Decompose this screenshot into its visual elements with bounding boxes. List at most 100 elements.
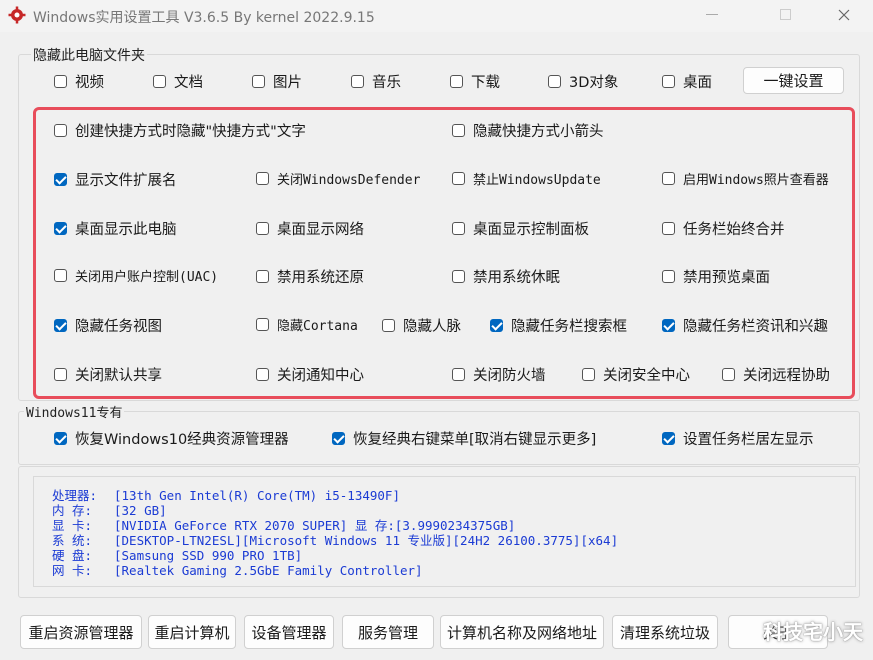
option-checkbox[interactable]: 启用Windows照片查看器 (662, 169, 829, 188)
checkbox-label: 文档 (174, 75, 203, 91)
checkbox-icon[interactable] (252, 75, 265, 88)
option-checkbox[interactable]: 桌面显示控制面板 (452, 218, 589, 239)
checkbox-icon[interactable] (256, 368, 269, 381)
window-title: Windows实用设置工具 V3.6.5 By kernel 2022.9.15 (33, 10, 375, 26)
checkbox-icon[interactable] (54, 432, 67, 445)
checkbox-icon[interactable] (662, 222, 675, 235)
checkbox-icon[interactable] (256, 172, 269, 185)
folder-checkbox[interactable]: 文档 (153, 71, 203, 92)
option-checkbox[interactable]: 关闭WindowsDefender (256, 169, 420, 188)
folder-checkbox[interactable]: 视频 (54, 71, 104, 92)
checkbox-icon[interactable] (452, 222, 465, 235)
option-checkbox[interactable]: 关闭防火墙 (452, 364, 546, 385)
option-checkbox[interactable]: 隐藏任务视图 (54, 315, 162, 336)
checkbox-icon[interactable] (662, 75, 675, 88)
checkbox-icon[interactable] (153, 75, 166, 88)
option-checkbox[interactable]: 桌面显示网络 (256, 218, 364, 239)
bottom-button[interactable]: 服务管理 (342, 615, 434, 649)
checkbox-icon[interactable] (256, 318, 269, 331)
option-checkbox[interactable]: 禁用预览桌面 (662, 266, 770, 287)
option-checkbox[interactable]: 隐藏任务栏资讯和兴趣 (662, 315, 828, 336)
apply-folders-button[interactable]: 一键设置 (743, 67, 844, 94)
checkbox-icon[interactable] (332, 432, 345, 445)
checkbox-icon[interactable] (548, 75, 561, 88)
checkbox-icon[interactable] (662, 319, 675, 332)
option-checkbox[interactable]: 隐藏Cortana (256, 315, 358, 334)
checkbox-icon[interactable] (54, 75, 67, 88)
option-checkbox[interactable]: 禁用系统还原 (256, 266, 364, 287)
checkbox-icon[interactable] (54, 173, 67, 186)
checkbox-icon[interactable] (662, 172, 675, 185)
checkbox-icon[interactable] (450, 75, 463, 88)
checkbox-icon[interactable] (54, 222, 67, 235)
checkbox-icon[interactable] (452, 172, 465, 185)
watermark: 科技宅小天 (763, 620, 863, 644)
option-checkbox[interactable]: 任务栏始终合并 (662, 218, 785, 239)
checkbox-icon[interactable] (54, 269, 67, 282)
option-checkbox[interactable]: 显示文件扩展名 (54, 169, 177, 190)
checkbox-label: 关闭WindowsDefender (277, 173, 421, 188)
maximize-icon[interactable] (763, 0, 809, 30)
checkbox-icon[interactable] (490, 319, 503, 332)
checkbox-label: 隐藏快捷方式小箭头 (473, 124, 604, 140)
option-checkbox[interactable]: 桌面显示此电脑 (54, 218, 177, 239)
minimize-icon[interactable] (689, 0, 735, 30)
bottom-button[interactable]: 设备管理器 (244, 615, 334, 649)
option-checkbox[interactable]: 关闭远程协助 (722, 364, 830, 385)
checkbox-label: 任务栏始终合并 (683, 222, 785, 238)
nic-info: 网 卡: [Realtek Gaming 2.5GbE Family Contro… (52, 560, 423, 579)
checkbox-icon[interactable] (662, 270, 675, 283)
close-icon[interactable] (821, 0, 867, 30)
checkbox-icon[interactable] (256, 222, 269, 235)
checkbox-label: 桌面 (683, 75, 712, 91)
option-checkbox[interactable]: 关闭用户账户控制(UAC) (54, 266, 218, 285)
checkbox-label: 关闭通知中心 (277, 368, 364, 384)
bottom-button[interactable]: 清理系统垃圾 (612, 615, 718, 649)
bottom-button[interactable]: 重启计算机 (148, 615, 236, 649)
option-checkbox[interactable]: 隐藏任务栏搜索框 (490, 315, 627, 336)
checkbox-icon[interactable] (722, 368, 735, 381)
option-checkbox[interactable]: 关闭默认共享 (54, 364, 162, 385)
checkbox-icon[interactable] (452, 270, 465, 283)
option-checkbox[interactable]: 隐藏快捷方式小箭头 (452, 120, 604, 141)
highlight-frame (33, 107, 855, 399)
checkbox-label: 隐藏Cortana (277, 319, 358, 334)
checkbox-icon[interactable] (54, 368, 67, 381)
bottom-button[interactable]: 重启资源管理器 (20, 615, 142, 649)
checkbox-icon[interactable] (452, 124, 465, 137)
option-checkbox[interactable]: 禁用系统休眠 (452, 266, 560, 287)
bottom-button[interactable]: 计算机名称及网络地址 (440, 615, 604, 649)
checkbox-icon[interactable] (54, 124, 67, 137)
checkbox-label: 显示文件扩展名 (75, 173, 177, 189)
folder-checkbox[interactable]: 音乐 (351, 71, 401, 92)
option-checkbox[interactable]: 禁止WindowsUpdate (452, 169, 601, 188)
win11-checkbox[interactable]: 恢复Windows10经典资源管理器 (54, 428, 289, 449)
checkbox-icon[interactable] (54, 319, 67, 332)
checkbox-label: 关闭防火墙 (473, 368, 546, 384)
checkbox-label: 设置任务栏居左显示 (683, 432, 814, 448)
option-checkbox[interactable]: 隐藏人脉 (382, 315, 461, 336)
checkbox-icon[interactable] (582, 368, 595, 381)
option-checkbox[interactable]: 关闭安全中心 (582, 364, 690, 385)
checkbox-label: 关闭默认共享 (75, 368, 162, 384)
win11-checkbox[interactable]: 设置任务栏居左显示 (662, 428, 814, 449)
folder-checkbox[interactable]: 图片 (252, 71, 302, 92)
checkbox-label: 3D对象 (569, 75, 619, 91)
checkbox-label: 关闭安全中心 (603, 368, 690, 384)
checkbox-icon[interactable] (256, 270, 269, 283)
win11-checkbox[interactable]: 恢复经典右键菜单[取消右键显示更多] (332, 428, 596, 449)
folder-checkbox[interactable]: 3D对象 (548, 71, 618, 92)
app-gear-icon (8, 6, 26, 24)
checkbox-label: 禁用预览桌面 (683, 270, 770, 286)
checkbox-label: 视频 (75, 75, 104, 91)
checkbox-icon[interactable] (382, 319, 395, 332)
checkbox-icon[interactable] (351, 75, 364, 88)
option-checkbox[interactable]: 创建快捷方式时隐藏"快捷方式"文字 (54, 120, 306, 141)
checkbox-icon[interactable] (662, 432, 675, 445)
folder-checkbox[interactable]: 下载 (450, 71, 500, 92)
checkbox-label: 恢复经典右键菜单[取消右键显示更多] (353, 432, 597, 448)
checkbox-icon[interactable] (452, 368, 465, 381)
option-checkbox[interactable]: 关闭通知中心 (256, 364, 364, 385)
folder-checkbox[interactable]: 桌面 (662, 71, 712, 92)
checkbox-label: 隐藏人脉 (403, 319, 461, 335)
